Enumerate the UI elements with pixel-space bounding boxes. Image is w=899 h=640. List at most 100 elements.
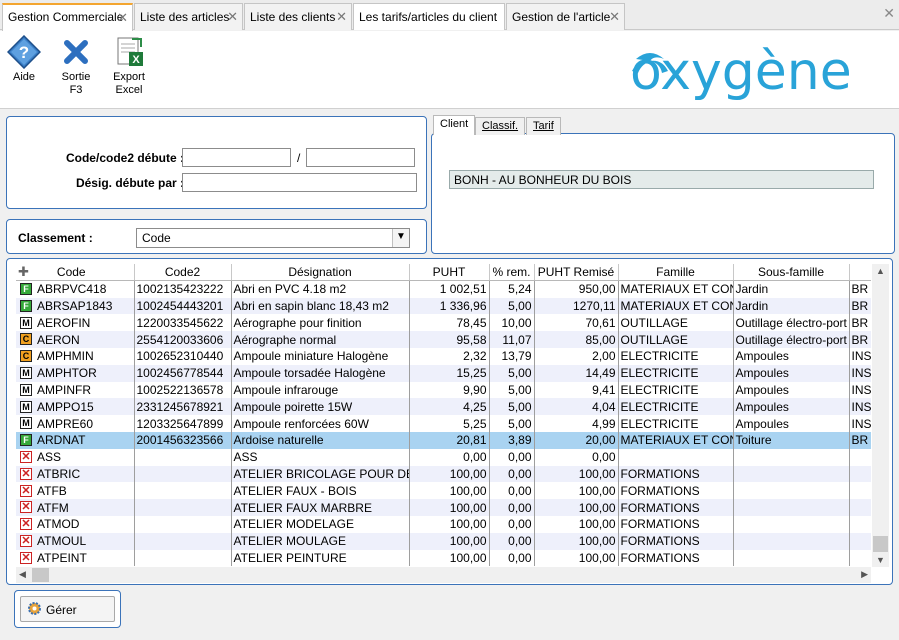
table-cell-code2 [134, 549, 232, 567]
cell-text: 100,00 [449, 534, 487, 549]
column-header-code[interactable]: ✚ Code [16, 264, 135, 282]
scroll-right-icon[interactable]: ▶ [861, 569, 868, 580]
table-row[interactable]: M AMPINFR 1002522136578 Ampoule infrarouge 9… [16, 381, 871, 399]
code-label: Code/code2 débute : [65, 151, 184, 165]
column-header-designation[interactable]: Désignation [231, 264, 410, 282]
column-header-code2[interactable]: Code2 [134, 264, 232, 282]
table-row[interactable]: ✕ ATMOD ATELIER MODELAGE 100,00 0,00 100,00 FO… [16, 515, 871, 533]
vertical-scrollbar[interactable]: ▲ ▼ [872, 264, 889, 567]
column-header-puht-remise[interactable]: PUHT Remisé [534, 264, 619, 282]
export-label-2: Excel [115, 84, 143, 96]
table-row[interactable]: F ARDNAT 2001456323566 Ardoise naturelle 20,… [16, 431, 871, 449]
table-row[interactable]: ✕ ATMOUL ATELIER MOULAGE 100,00 0,00 100,00 FO… [16, 532, 871, 550]
gerer-button[interactable]: Gérer [20, 596, 115, 622]
client-name-field: BONH - AU BONHEUR DU BOIS [449, 170, 874, 189]
vertical-scroll-thumb[interactable] [873, 536, 888, 552]
classement-select[interactable]: Code ▼ [136, 228, 410, 248]
inactive-x-icon: ✕ [20, 484, 32, 497]
table-row[interactable]: C AMPHMIN 1002652310440 Ampoule miniature H… [16, 347, 871, 365]
table-row[interactable]: M AMPRE60 1203325647899 Ampoule renforcées … [16, 415, 871, 432]
table-row[interactable]: F ABRPVC418 1002135423222 Abri en PVC 4.18 … [16, 280, 871, 298]
inactive-x-icon: ✕ [20, 518, 32, 531]
cell-text: 5,00 [508, 298, 532, 313]
cell-text: FORMATIONS [620, 534, 700, 549]
toolbar-divider [0, 108, 899, 109]
table-cell-sousfam [733, 482, 850, 500]
desig-input[interactable] [182, 173, 417, 192]
table-cell-famille: FORMATIONS [618, 515, 734, 533]
cell-text: 100,00 [578, 500, 616, 515]
column-header-puht[interactable]: PUHT [409, 264, 490, 282]
cell-text: 0,00 [508, 466, 532, 481]
tab-gestion-article[interactable]: Gestion de l'article ✕ [506, 3, 625, 30]
tab-client[interactable]: Client [433, 115, 476, 135]
table-row[interactable]: ✕ ATBRIC ATELIER BRICOLAGE POUR DE 100,00 0,… [16, 465, 871, 483]
cell-text: 85,00 [585, 332, 616, 347]
column-header-famille[interactable]: Famille [618, 264, 734, 282]
cell-text: MATERIAUX ET CONS [620, 282, 733, 297]
cell-text: 100,00 [578, 517, 616, 532]
cell-text: FORMATIONS [620, 500, 700, 515]
table-row[interactable]: ✕ ATFM ATELIER FAUX MARBRE 100,00 0,00 100,00… [16, 499, 871, 516]
export-excel-button[interactable]: X Export Excel [109, 35, 149, 97]
column-header-rem[interactable]: % rem. [489, 264, 535, 282]
close-icon[interactable]: ✕ [227, 10, 238, 23]
logo-text: oxygène [630, 42, 852, 102]
cell-text: MATERIAUX ET CONS [620, 433, 733, 448]
cell-text: 13,79 [501, 349, 532, 364]
tab-classif[interactable]: Classif. [475, 117, 526, 135]
table-cell-puht: 1 336,96 [409, 297, 490, 315]
table-row[interactable]: C AERON 2554120033606 Aérographe normal 95,5… [16, 331, 871, 348]
table-row[interactable]: M AMPPO15 2331245678921 Ampoule poirette 15… [16, 398, 872, 416]
cell-text: ELECTRICITE [620, 399, 699, 414]
table-cell-code2: 2554120033606 [134, 331, 232, 348]
tab-liste-clients[interactable]: Liste des clients ✕ [244, 3, 352, 30]
cell-text: 0,00 [463, 450, 487, 465]
tab-tarifs-client[interactable]: Les tarifs/articles du client [353, 3, 505, 30]
scroll-down-icon[interactable]: ▼ [876, 555, 885, 565]
horizontal-scrollbar[interactable]: ◀ ▶ [16, 567, 871, 583]
aide-button[interactable]: ? Aide [6, 34, 42, 84]
table-cell-puht: 78,45 [409, 314, 490, 332]
tab-liste-articles[interactable]: Liste des articles ✕ [134, 3, 243, 30]
column-header-extra[interactable] [849, 264, 871, 282]
svg-text:X: X [132, 54, 140, 66]
table-cell-remise: 9,41 [534, 381, 619, 399]
add-column-icon[interactable]: ✚ [18, 264, 29, 279]
table-cell-famille: OUTILLAGE [618, 314, 734, 332]
cell-text: INS [851, 399, 872, 414]
table-row[interactable]: F ABRSAP1843 1002454443201 Abri en sapin bl… [16, 297, 871, 315]
table-row[interactable]: ✕ ASS ASS 0,00 0,00 0,00 [16, 448, 871, 466]
chevron-down-icon[interactable]: ▼ [392, 229, 409, 247]
table-row[interactable]: ✕ ATFB ATELIER FAUX - BOIS 100,00 0,00 100,00… [16, 482, 871, 500]
sortie-button[interactable]: Sortie F3 [58, 35, 94, 97]
tab-gestion-commerciale[interactable]: Gestion Commerciale ✕ [2, 3, 133, 31]
close-icon[interactable]: ✕ [609, 10, 620, 23]
cell-text: ATELIER MOULAGE [233, 534, 346, 549]
table-row[interactable]: M AEROFIN 1220033545622 Aérographe pour fin… [16, 314, 871, 332]
cell-text: 78,45 [456, 315, 487, 330]
horizontal-scroll-thumb[interactable] [32, 568, 49, 582]
scroll-left-icon[interactable]: ◀ [19, 569, 26, 580]
cell-text: 2,32 [463, 349, 487, 364]
articles-grid: ✚ Code Code2 Désignation PUHT % rem. PUHT… [6, 258, 893, 585]
scroll-up-icon[interactable]: ▲ [876, 266, 885, 276]
code2-input[interactable] [306, 148, 415, 167]
close-window-icon[interactable]: ✕ [883, 6, 895, 20]
table-cell-desig: Aérographe pour finition [231, 314, 410, 332]
table-cell-puht: 100,00 [409, 532, 490, 550]
table-cell-rem: 0,00 [489, 515, 535, 533]
close-icon[interactable]: ✕ [336, 10, 347, 23]
cell-text: ABRSAP1843 [37, 298, 113, 313]
code-input[interactable] [182, 148, 291, 167]
tab-tarif[interactable]: Tarif [526, 117, 561, 135]
close-icon[interactable]: ✕ [117, 11, 128, 24]
cell-text: FORMATIONS [620, 466, 700, 481]
column-header-sous-famille[interactable]: Sous-famille [733, 264, 850, 282]
table-cell-code: M AEROFIN [16, 314, 135, 332]
table-row[interactable]: M AMPHTOR 1002456778544 Ampoule torsadée Ha… [16, 364, 871, 382]
table-cell-extra: BR [849, 280, 871, 298]
table-cell-extra: BR [849, 297, 871, 315]
cell-text: INS [851, 416, 872, 431]
table-row[interactable]: ✕ ATPEINT ATELIER PEINTURE 100,00 0,00 100,00… [16, 549, 871, 567]
